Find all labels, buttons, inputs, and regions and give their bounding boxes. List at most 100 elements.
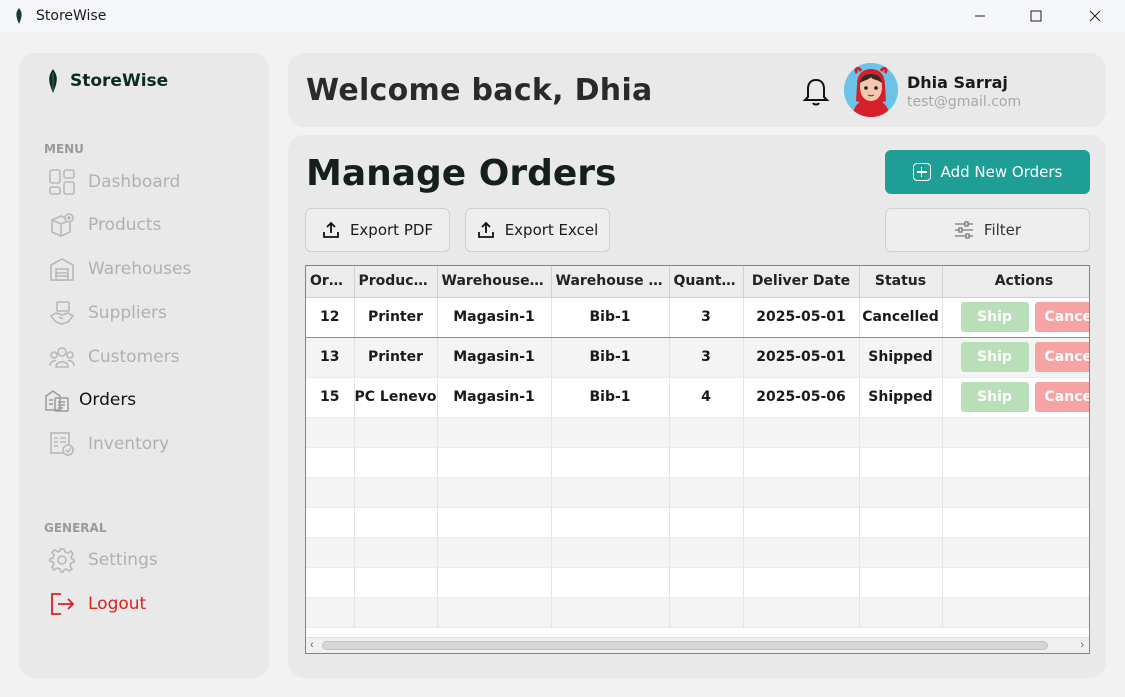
ship-button[interactable]: Ship [960,382,1029,412]
filter-label: Filter [983,221,1022,239]
close-icon[interactable] [1072,0,1118,32]
table-cell: 12 [306,296,355,338]
sidebar-item-products[interactable]: Products [48,210,161,240]
table-cell: 2025-05-01 [743,337,860,378]
table-header-row: Ord... Product ... Warehouse S... Wareho… [306,266,1089,298]
actions-cell: Ship Cancel [942,337,1089,378]
scroll-left-icon[interactable]: ‹ [310,639,314,651]
sidebar-item-label: Products [88,215,162,235]
sidebar-item-label: Settings [88,550,158,570]
empty-row [306,597,1089,628]
products-icon [48,211,76,239]
export-pdf-button[interactable]: Export PDF [305,208,450,252]
orders-table[interactable]: Ord... Product ... Warehouse S... Wareho… [305,265,1090,654]
brand: StoreWise [46,69,168,93]
export-pdf-label: Export PDF [349,221,434,239]
scroll-right-icon[interactable]: › [1080,639,1084,651]
warehouses-icon [48,255,76,283]
sidebar-item-warehouses[interactable]: Warehouses [48,254,191,284]
table-cell: Cancelled [859,296,943,338]
column-header[interactable]: Warehouse S... [437,266,552,298]
empty-row [306,567,1089,598]
sidebar-item-customers[interactable]: Customers [48,342,179,372]
logout-icon [48,590,76,618]
column-header[interactable]: Actions [942,266,1089,298]
user-email: test@gmail.com [907,94,1022,110]
gear-icon [48,546,76,574]
table-cell: Bib-1 [551,337,670,378]
column-header[interactable]: Warehouse D... [551,266,670,298]
upload-icon [477,221,494,238]
column-header[interactable]: Deliver Date [743,266,860,298]
menu-section-label: MENU [44,142,84,156]
sidebar-item-label: Inventory [88,434,170,454]
table-row[interactable]: 12 Printer Magasin-1 Bib-1 3 2025-05-01 … [306,296,1089,338]
add-new-orders-label: Add New Orders [940,163,1063,181]
table-cell: Printer [354,337,438,378]
table-cell: 15 [306,377,355,418]
sidebar-item-label: Customers [88,347,180,367]
column-header[interactable]: Quantity [669,266,744,298]
empty-row [306,477,1089,508]
sidebar-item-settings[interactable]: Settings [48,545,158,575]
sidebar-item-label: Dashboard [88,172,181,192]
export-excel-label: Export Excel [504,221,599,239]
horizontal-scrollbar[interactable]: ‹ › [306,637,1089,653]
upload-icon [323,221,339,238]
customers-icon [48,343,76,371]
table-cell: 13 [306,337,355,378]
cancel-button[interactable]: Cancel [1034,302,1089,332]
bell-icon[interactable] [802,76,830,106]
maximize-icon[interactable] [1013,0,1059,32]
dashboard-icon [48,168,76,196]
table-cell: Magasin-1 [437,377,552,418]
table-cell: Shipped [859,377,943,418]
inventory-icon [48,430,76,458]
sliders-icon [954,221,973,239]
suppliers-icon [48,299,76,327]
sidebar-item-inventory[interactable]: Inventory [48,429,169,459]
table-cell: Shipped [859,337,943,378]
add-new-orders-button[interactable]: Add New Orders [885,150,1090,194]
table-cell: Magasin-1 [437,337,552,378]
table-cell: Magasin-1 [437,296,552,338]
sidebar-item-logout[interactable]: Logout [48,589,146,619]
sidebar-item-orders[interactable]: Orders [43,385,136,415]
column-header[interactable]: Status [859,266,943,298]
export-excel-button[interactable]: Export Excel [465,208,610,252]
welcome-message: Welcome back, Dhia [306,73,653,108]
minimize-icon[interactable] [957,0,1003,32]
sidebar-item-label: Warehouses [88,259,192,279]
cancel-button[interactable]: Cancel [1034,382,1089,412]
sidebar-item-label: Suppliers [88,303,167,323]
general-section-label: GENERAL [44,521,107,535]
table-cell: 2025-05-01 [743,296,860,338]
ship-button[interactable]: Ship [960,302,1029,332]
ship-button[interactable]: Ship [960,342,1029,372]
table-cell: 4 [669,377,744,418]
empty-row [306,507,1089,538]
sidebar-item-label: Orders [79,390,137,410]
cancel-button[interactable]: Cancel [1034,342,1089,372]
avatar[interactable] [844,63,898,117]
app-logo-icon [16,8,22,24]
sidebar-item-suppliers[interactable]: Suppliers [48,298,167,328]
column-header[interactable]: Product ... [354,266,438,298]
table-cell: Bib-1 [551,377,670,418]
empty-row [306,537,1089,568]
actions-cell: Ship Cancel [942,377,1089,418]
sidebar: StoreWise MENU Dashboard Products Wareho… [19,53,269,678]
column-header[interactable]: Ord... [306,266,355,298]
table-cell: 3 [669,296,744,338]
scrollbar-thumb[interactable] [322,641,1048,650]
sidebar-item-label: Logout [88,594,147,614]
table-row[interactable]: 13 Printer Magasin-1 Bib-1 3 2025-05-01 … [306,337,1089,378]
table-cell: 3 [669,337,744,378]
page-title: Manage Orders [306,153,617,194]
empty-row [306,447,1089,478]
filter-button[interactable]: Filter [885,208,1090,252]
empty-row [306,417,1089,448]
table-cell: Printer [354,296,438,338]
sidebar-item-dashboard[interactable]: Dashboard [48,167,180,197]
table-row[interactable]: 15 PC Lenevo Magasin-1 Bib-1 4 2025-05-0… [306,377,1089,418]
